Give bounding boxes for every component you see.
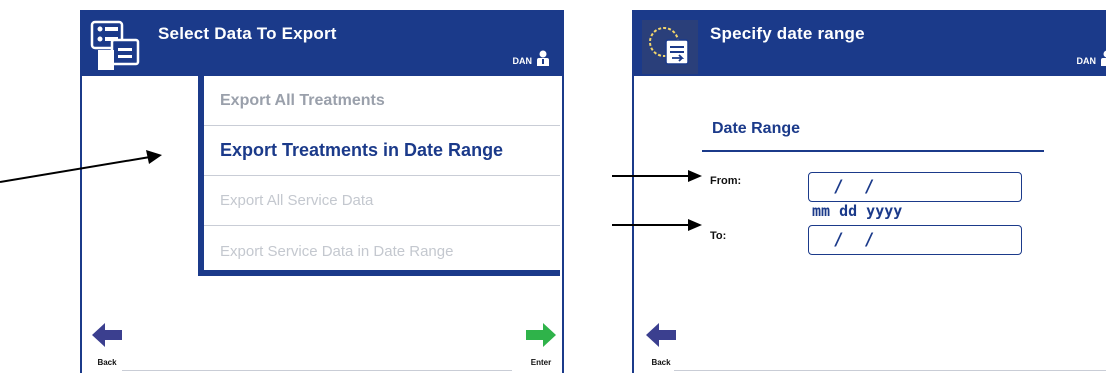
callout-arrow-icon: [612, 219, 702, 231]
callout-arrow-icon: [612, 170, 702, 182]
callout-arrows: [0, 150, 702, 231]
callout-arrow-icon: [0, 150, 162, 183]
